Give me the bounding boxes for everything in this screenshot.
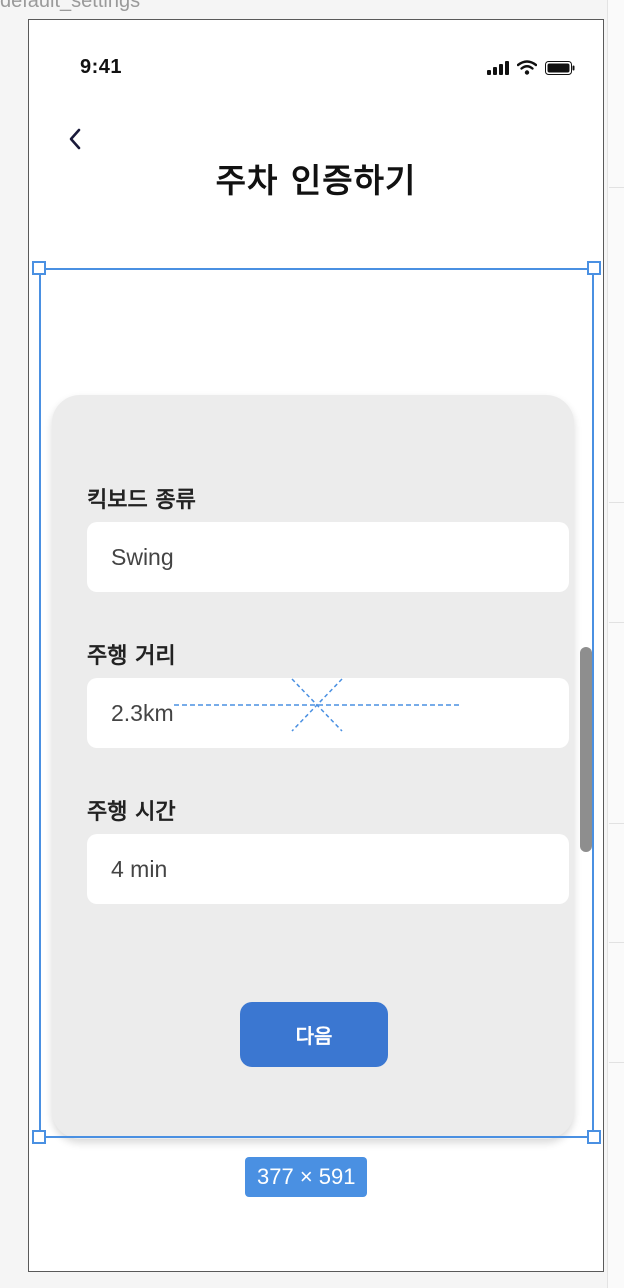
inspector-divider [609,502,624,503]
selection-size-badge: 377 × 591 [245,1157,368,1197]
resize-handle-bottom-right[interactable] [587,1130,601,1144]
resize-handle-bottom-left[interactable] [32,1130,46,1144]
back-button[interactable] [63,122,89,156]
distance-label: 주행 거리 [87,644,176,669]
resize-handle-top-left[interactable] [32,261,46,275]
status-time: 9:41 [80,56,123,78]
battery-icon [545,60,575,79]
frame-name-label[interactable]: default_settings [0,0,140,13]
distance-value: 2.3km [111,699,174,726]
status-icons [487,60,575,79]
inspector-panel-edge [607,0,624,1288]
phone-frame[interactable]: 9:41 주차 인증하기 킥보드 종류 Swing 주행 거리 2.3km 주행… [28,19,604,1272]
chevron-left-icon [69,128,81,150]
signal-icon [487,60,509,79]
inspector-divider [609,942,624,943]
spacing-guide-icon [174,678,459,732]
inspector-divider [609,622,624,623]
scooter-type-value: Swing [111,543,174,570]
inspector-divider [609,1062,624,1063]
duration-label: 주행 시간 [87,800,176,825]
wifi-icon [516,60,538,79]
inspector-divider [609,187,624,188]
next-button[interactable]: 다음 [240,1002,388,1067]
scrollbar-thumb[interactable] [580,647,592,852]
duration-field[interactable]: 4 min [87,834,569,904]
inspector-divider [609,823,624,824]
design-canvas: default_settings 9:41 주차 인증하기 킥보드 종류 Swi… [0,0,624,1288]
page-title: 주차 인증하기 [215,161,417,200]
scooter-type-label: 킥보드 종류 [87,488,196,513]
duration-value: 4 min [111,855,168,882]
resize-handle-top-right[interactable] [587,261,601,275]
scooter-type-field[interactable]: Swing [87,522,569,592]
